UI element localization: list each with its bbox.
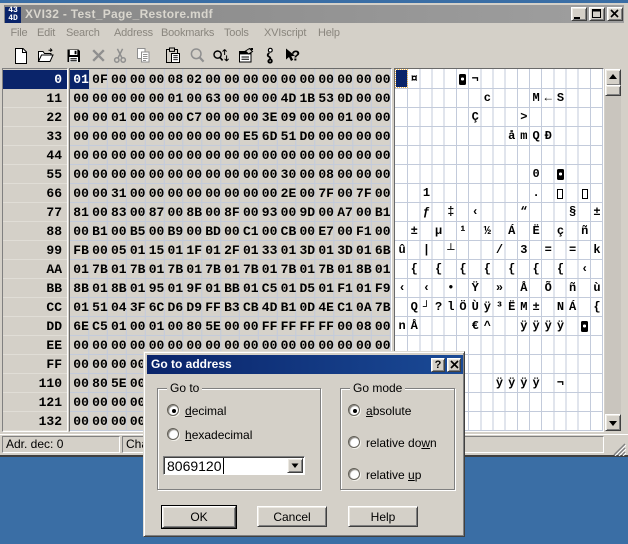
svg-text:?: ? [291,49,300,65]
